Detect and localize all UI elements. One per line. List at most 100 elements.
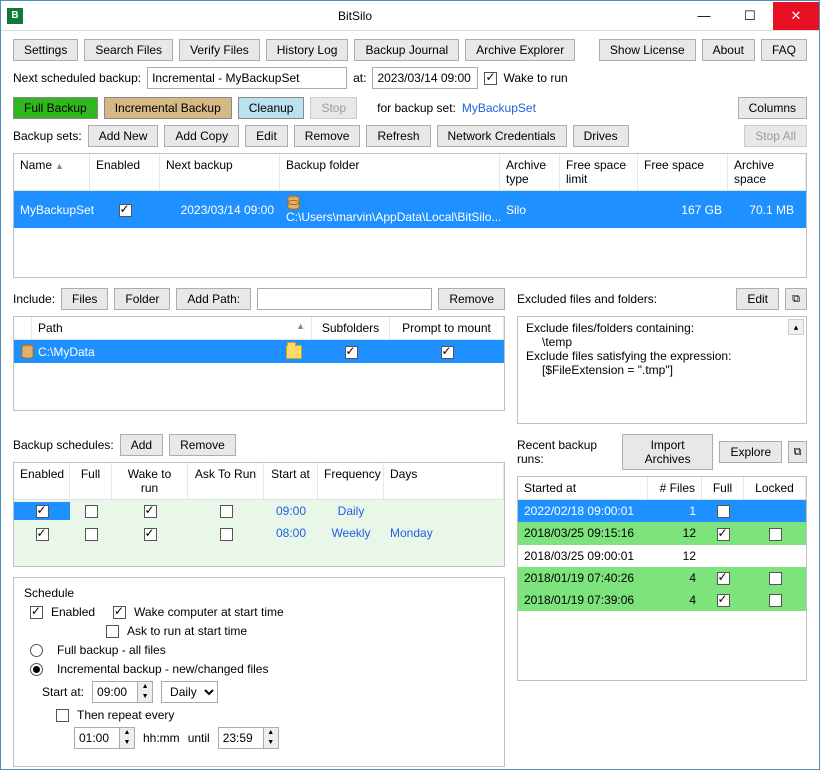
col-files[interactable]: # Files [648, 477, 702, 499]
edit-set-button[interactable]: Edit [245, 125, 288, 147]
maximize-button[interactable]: ☐ [727, 2, 773, 30]
run-row[interactable]: 2018/01/19 07:40:264 [518, 567, 806, 589]
col-prompt[interactable]: Prompt to mount [390, 317, 504, 339]
run-row[interactable]: 2018/03/25 09:15:1612 [518, 522, 806, 544]
col-backup-folder[interactable]: Backup folder [280, 154, 500, 190]
col-locked[interactable]: Locked [744, 477, 806, 499]
faq-button[interactable]: FAQ [761, 39, 807, 61]
col-next-backup[interactable]: Next backup [160, 154, 280, 190]
cleanup-button[interactable]: Cleanup [238, 97, 305, 119]
settings-button[interactable]: Settings [13, 39, 78, 61]
sched-full-checkbox[interactable] [85, 505, 98, 518]
col-enabled[interactable]: Enabled [90, 154, 160, 190]
columns-button[interactable]: Columns [738, 97, 807, 119]
close-button[interactable]: ✕ [773, 2, 819, 30]
col-archive-space[interactable]: Archive space [728, 154, 806, 190]
explore-button[interactable]: Explore [719, 441, 782, 463]
sched-full-checkbox[interactable] [85, 528, 98, 541]
run-locked-checkbox[interactable] [769, 572, 782, 585]
col-subfolders[interactable]: Subfolders [312, 317, 390, 339]
incremental-backup-button[interactable]: Incremental Backup [104, 97, 232, 119]
frequency-select[interactable]: Daily [161, 681, 218, 703]
backup-set-row[interactable]: MyBackupSet 2023/03/14 09:00 C:\Users\ma… [14, 191, 806, 228]
about-button[interactable]: About [702, 39, 755, 61]
include-folder-button[interactable]: Folder [114, 288, 170, 310]
sched-wake-checkbox[interactable] [144, 528, 157, 541]
import-archives-button[interactable]: Import Archives [622, 434, 714, 470]
run-locked-checkbox[interactable] [769, 528, 782, 541]
col-days[interactable]: Days [384, 463, 504, 499]
sched-enabled-checkbox[interactable] [36, 528, 49, 541]
add-path-input[interactable] [257, 288, 432, 310]
next-backup-time-input[interactable] [372, 67, 478, 89]
history-log-button[interactable]: History Log [266, 39, 349, 61]
add-new-button[interactable]: Add New [88, 125, 159, 147]
then-repeat-checkbox[interactable] [56, 709, 69, 722]
col-name[interactable]: Name▲ [14, 154, 90, 190]
sched-ask-checkbox[interactable] [220, 528, 233, 541]
run-full-checkbox[interactable] [717, 505, 730, 518]
sched-wake-checkbox[interactable] [144, 505, 157, 518]
ask-to-run-checkbox[interactable] [106, 625, 119, 638]
include-row[interactable]: C:\MyData [14, 340, 504, 363]
archive-explorer-button[interactable]: Archive Explorer [465, 39, 575, 61]
full-backup-radio[interactable] [30, 644, 43, 657]
schedule-row[interactable]: 09:00Daily [14, 500, 504, 522]
start-time-spinner[interactable]: ▲▼ [92, 681, 153, 703]
schedule-row[interactable]: 08:00WeeklyMonday [14, 522, 504, 544]
sched-enabled-checkbox[interactable] [36, 505, 49, 518]
wake-computer-checkbox[interactable] [113, 606, 126, 619]
col-path[interactable]: Path▲ [32, 317, 312, 339]
run-full-checkbox[interactable] [717, 572, 730, 585]
prompt-mount-checkbox[interactable] [441, 346, 454, 359]
schedule-enabled-checkbox[interactable] [30, 606, 43, 619]
stop-all-button[interactable]: Stop All [744, 125, 807, 147]
repeat-interval-spinner[interactable]: ▲▼ [74, 727, 135, 749]
col-enabled[interactable]: Enabled [14, 463, 70, 499]
col-wake[interactable]: Wake to run [112, 463, 188, 499]
expand-excluded-icon[interactable]: ⧉ [785, 288, 807, 310]
network-credentials-button[interactable]: Network Credentials [437, 125, 567, 147]
col-free-space[interactable]: Free space [638, 154, 728, 190]
include-remove-button[interactable]: Remove [438, 288, 505, 310]
add-copy-button[interactable]: Add Copy [164, 125, 239, 147]
col-start[interactable]: Start at [264, 463, 318, 499]
schedule-add-button[interactable]: Add [120, 434, 163, 456]
add-path-button[interactable]: Add Path: [176, 288, 251, 310]
col-full[interactable]: Full [70, 463, 112, 499]
col-freq[interactable]: Frequency [318, 463, 384, 499]
col-free-space-limit[interactable]: Free space limit [560, 154, 638, 190]
run-full-checkbox[interactable] [717, 594, 730, 607]
subfolders-checkbox[interactable] [345, 346, 358, 359]
sched-ask-checkbox[interactable] [220, 505, 233, 518]
show-license-button[interactable]: Show License [599, 39, 696, 61]
verify-files-button[interactable]: Verify Files [179, 39, 260, 61]
run-row[interactable]: 2022/02/18 09:00:011 [518, 500, 806, 522]
schedule-remove-button[interactable]: Remove [169, 434, 236, 456]
run-row[interactable]: 2018/01/19 07:39:064 [518, 589, 806, 611]
run-locked-checkbox[interactable] [769, 594, 782, 607]
set-enabled-checkbox[interactable] [119, 204, 132, 217]
expand-runs-icon[interactable]: ⧉ [788, 441, 807, 463]
until-time-spinner[interactable]: ▲▼ [218, 727, 279, 749]
refresh-button[interactable]: Refresh [366, 125, 430, 147]
full-backup-button[interactable]: Full Backup [13, 97, 98, 119]
drives-button[interactable]: Drives [573, 125, 629, 147]
wake-to-run-checkbox[interactable] [484, 72, 497, 85]
search-files-button[interactable]: Search Files [84, 39, 173, 61]
col-started[interactable]: Started at [518, 477, 648, 499]
excluded-edit-button[interactable]: Edit [736, 288, 779, 310]
scroll-up-icon[interactable]: ▴ [788, 319, 804, 335]
next-backup-input[interactable] [147, 67, 347, 89]
run-full-checkbox[interactable] [717, 528, 730, 541]
minimize-button[interactable]: — [681, 2, 727, 30]
remove-set-button[interactable]: Remove [294, 125, 361, 147]
run-row[interactable]: 2018/03/25 09:00:0112 [518, 545, 806, 567]
backup-journal-button[interactable]: Backup Journal [354, 39, 459, 61]
col-archive-type[interactable]: Archive type [500, 154, 560, 190]
col-full[interactable]: Full [702, 477, 744, 499]
stop-button[interactable]: Stop [310, 97, 357, 119]
col-ask[interactable]: Ask To Run [188, 463, 264, 499]
backup-set-name-link[interactable]: MyBackupSet [462, 101, 536, 115]
include-files-button[interactable]: Files [61, 288, 108, 310]
